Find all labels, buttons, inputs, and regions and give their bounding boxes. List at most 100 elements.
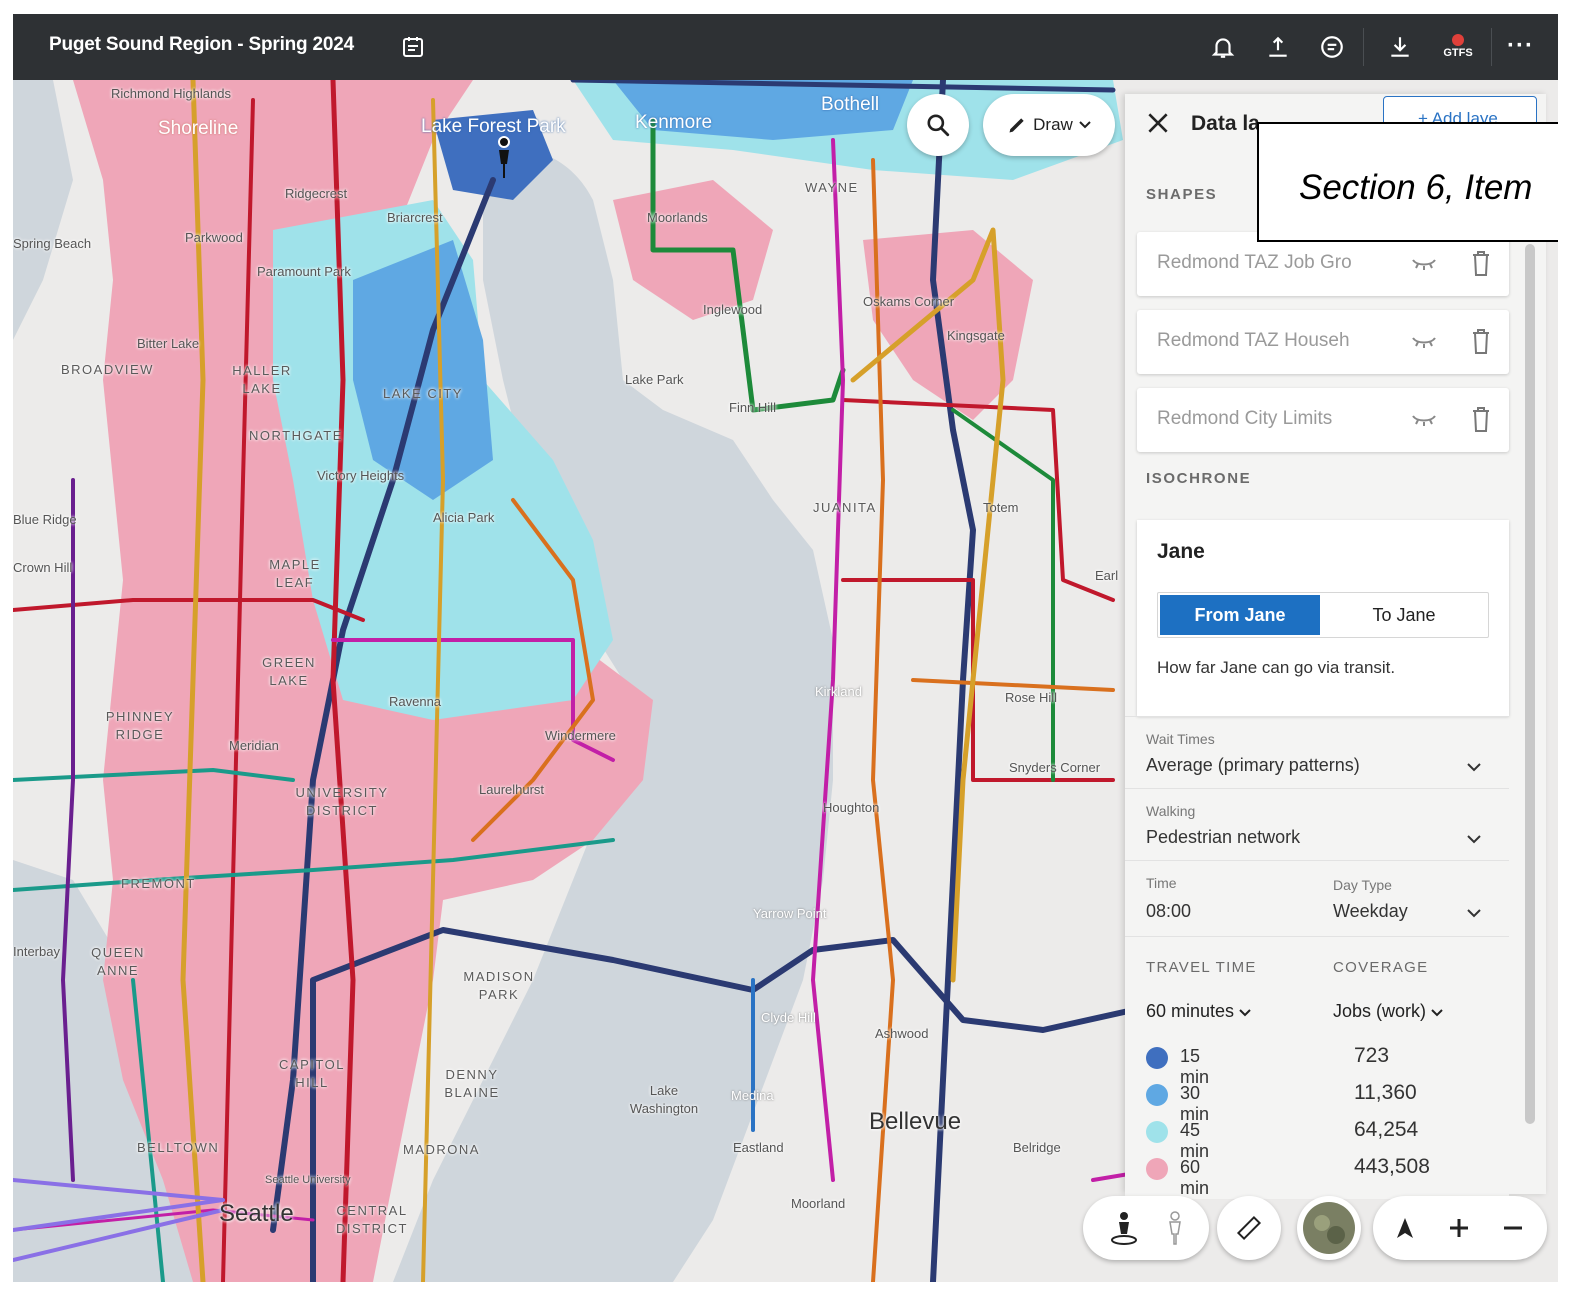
map-label: Crown Hill [13,560,73,575]
legend-swatch [1146,1084,1168,1106]
draw-label: Draw [1033,115,1073,134]
isochrone-description: How far Jane can go via transit. [1157,658,1396,677]
trash-icon[interactable] [1469,326,1493,356]
wait-times-select[interactable]: Wait Times Average (primary patterns) [1125,716,1509,789]
travel-time-select[interactable]: 60 minutes [1146,1001,1251,1022]
map-label: CAPITOL HILL [279,1057,345,1090]
map-label: WAYNE [805,180,859,195]
compass-icon[interactable] [1393,1216,1417,1240]
time-daytype-row: Time 08:00 Day Type Weekday [1125,860,1509,937]
shape-layer-name: Redmond TAZ Job Gro [1157,252,1352,273]
legend-swatch [1146,1047,1168,1069]
measure-button[interactable] [1217,1196,1281,1260]
search-icon [927,114,950,137]
zoom-in-icon[interactable] [1447,1216,1471,1240]
map-label: Alicia Park [433,510,495,525]
legend-value: 443,508 [1354,1155,1430,1178]
map-label: Briarcrest [387,210,443,225]
walking-select[interactable]: Walking Pedestrian network [1125,788,1509,861]
map-label: Paramount Park [257,264,351,279]
draw-button[interactable]: Draw [983,94,1115,156]
shape-layer-name: Redmond City Limits [1157,408,1333,429]
wait-times-label: Wait Times [1146,731,1215,747]
panel-title: Data la [1191,112,1260,135]
map-label: Yarrow Point [753,906,827,921]
basemap-toggle[interactable] [1297,1196,1361,1260]
map-label: GREEN LAKE [262,655,316,688]
isochrone-name: Jane [1157,540,1205,563]
close-icon[interactable] [1145,110,1171,136]
more-icon[interactable]: ··· [1507,32,1534,60]
map-label: Spring Beach [13,236,92,251]
map-label: Totem [983,500,1019,515]
day-type-select[interactable]: Weekday [1333,901,1408,922]
map-label: Seattle [219,1200,294,1227]
callout-text: Section 6, Item [1299,168,1533,207]
map-label: LAKE CITY [383,386,463,401]
pegman-icon[interactable] [1109,1210,1139,1246]
trash-icon[interactable] [1469,404,1493,434]
map-label: JUANITA [813,500,877,515]
map-label: Bitter Lake [137,336,200,351]
zoom-controls [1373,1196,1547,1260]
visibility-hidden-icon[interactable] [1409,334,1439,350]
coverage-select[interactable]: Jobs (work) [1333,1001,1443,1022]
toolbar-divider [1491,28,1492,66]
map-label: Belridge [1013,1140,1061,1155]
map-label: NORTHGATE [249,428,343,443]
download-icon[interactable] [1387,34,1413,60]
visibility-hidden-icon[interactable] [1409,412,1439,428]
map-label: Inglewood [703,302,763,317]
map-label: Houghton [823,800,880,815]
trash-icon[interactable] [1469,248,1493,278]
shape-layer-card[interactable]: Redmond City Limits [1137,388,1509,452]
legend-label: 45 min [1180,1120,1210,1161]
map-label: MAPLE LEAF [269,557,321,590]
coverage-heading: COVERAGE [1333,959,1429,976]
map-label: MADRONA [403,1142,480,1157]
map-label: Kirkland [815,684,862,699]
ruler-icon [1236,1215,1262,1241]
map-label: Moorlands [647,210,708,225]
walking-value: Pedestrian network [1146,827,1301,847]
isochrone-heading: ISOCHRONE [1146,470,1252,487]
comment-icon[interactable] [1319,34,1345,60]
pegman-outline-icon[interactable] [1163,1210,1187,1246]
app-window: Puget Sound Region - Spring 2024 GTFS ··… [13,14,1558,1282]
shape-layer-card[interactable]: Redmond TAZ Househ [1137,310,1509,374]
map-label: HALLER LAKE [232,363,292,396]
share-icon[interactable] [1265,34,1291,60]
map-label: FREMONT [121,876,196,891]
chevron-down-icon [1239,1009,1251,1017]
map-label: Medina [731,1088,774,1103]
pencil-icon [1009,118,1024,133]
map-label: Richmond Highlands [111,86,231,101]
gtfs-icon[interactable]: GTFS [1438,32,1478,62]
map-label: BELLTOWN [137,1140,220,1155]
to-jane-button[interactable]: To Jane [1324,595,1484,635]
person-pin-icon[interactable] [495,136,513,180]
map-label: Meridian [229,738,279,753]
direction-toggle: From Jane To Jane [1157,592,1489,638]
map-label: Ashwood [875,1026,929,1041]
calendar-icon[interactable] [401,35,425,59]
map-search-button[interactable] [907,94,969,156]
panel-scrollbar[interactable] [1525,244,1535,1124]
shapes-heading: SHAPES [1146,186,1218,203]
walking-label: Walking [1146,803,1196,819]
map-label: BROADVIEW [61,362,154,377]
time-input[interactable]: 08:00 [1146,901,1191,922]
zoom-out-icon[interactable] [1501,1216,1525,1240]
from-jane-button[interactable]: From Jane [1160,595,1320,635]
chevron-down-icon [1431,1009,1443,1017]
chevron-down-icon [1467,763,1481,772]
legend-swatch [1146,1121,1168,1143]
bell-icon[interactable] [1210,34,1236,60]
legend-value: 11,360 [1354,1081,1417,1104]
map-label: CENTRAL DISTRICT [336,1203,408,1236]
chevron-down-icon [1079,121,1091,129]
street-view-control [1083,1196,1209,1260]
visibility-hidden-icon[interactable] [1409,256,1439,272]
map-label: Parkwood [185,230,243,245]
map-label: DENNY BLAINE [444,1067,500,1100]
